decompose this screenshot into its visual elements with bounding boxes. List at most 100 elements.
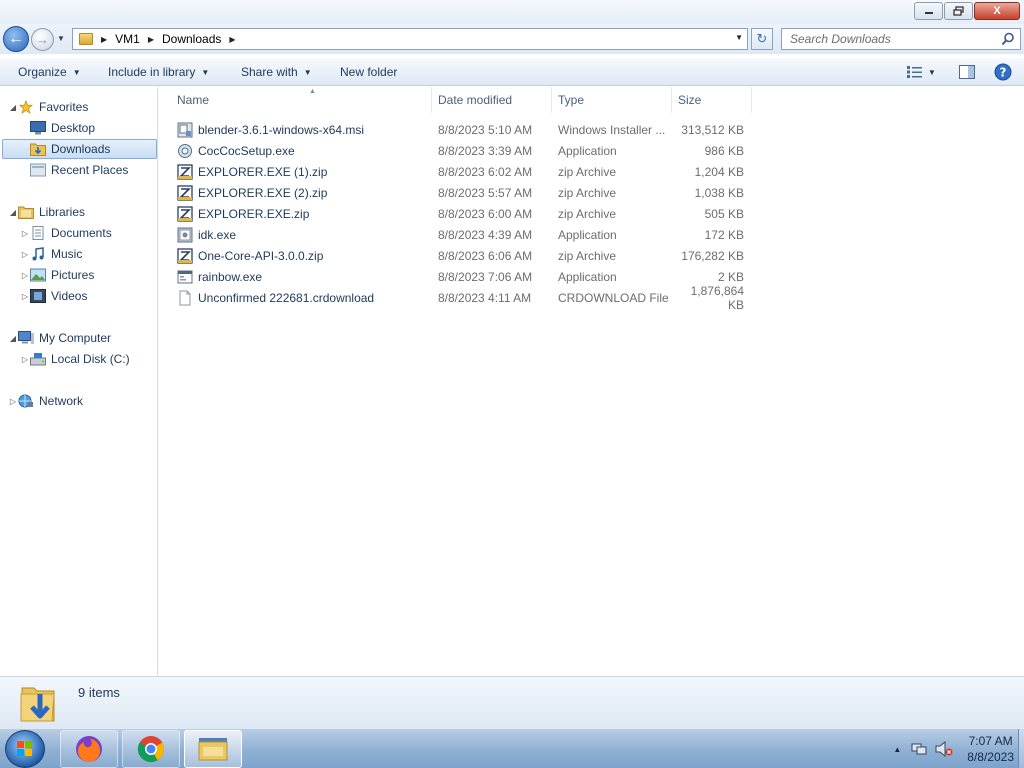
close-button[interactable]: X [974,2,1020,20]
nav-recent-places[interactable]: Recent Places [30,160,128,180]
new-folder-label: New folder [340,65,398,79]
forward-button[interactable]: → [31,28,54,51]
column-header-date-modified[interactable]: Date modified [432,87,552,113]
clock[interactable]: 7:07 AM 8/8/2023 [967,733,1014,765]
start-button[interactable] [5,730,45,768]
file-name-cell[interactable]: Unconfirmed 222681.crdownload [177,290,432,306]
organize-button[interactable]: Organize ▼ [18,65,81,79]
app-window-icon [177,269,198,285]
include-in-library-button[interactable]: Include in library ▼ [108,65,209,79]
file-name-cell[interactable]: rainbow.exe [177,269,432,285]
view-options-dropdown[interactable]: ▼ [926,62,938,82]
nav-my-computer[interactable]: ◢ My Computer [8,328,111,348]
file-row[interactable]: Unconfirmed 222681.crdownload 8/8/2023 4:… [159,284,759,312]
expand-arrow-icon[interactable]: ▷ [20,271,30,280]
breadcrumb-vm1[interactable]: VM1 [115,32,140,46]
back-button[interactable]: ← [3,26,29,52]
breadcrumb-chevron-icon[interactable]: ▶ [229,35,235,44]
file-row[interactable]: rainbow.exe 8/8/2023 7:06 AM Application 2 … [159,266,759,287]
show-hidden-icons-icon[interactable]: ▲ [893,745,901,754]
nav-pictures[interactable]: ▷ Pictures [20,265,94,285]
nav-documents[interactable]: ▷ Documents [20,223,112,243]
taskbar-firefox[interactable] [60,730,118,768]
search-box[interactable] [781,28,1021,50]
breadcrumb-chevron-icon[interactable]: ▶ [101,35,107,44]
column-header-type[interactable]: Type [552,87,672,113]
file-name: EXPLORER.EXE.zip [198,206,310,221]
details-view-icon [907,66,922,78]
file-name-cell[interactable]: blender-3.6.1-windows-x64.msi [177,122,432,138]
file-name-cell[interactable]: idk.exe [177,227,432,243]
nav-libraries-label: Libraries [39,205,86,219]
nav-network[interactable]: ▷ Network [8,391,83,411]
expand-arrow-icon[interactable]: ▷ [20,250,30,259]
nav-downloads[interactable]: Downloads [2,139,157,159]
share-with-button[interactable]: Share with ▼ [241,65,312,79]
help-button[interactable]: ? [992,62,1014,82]
expand-arrow-icon[interactable]: ▷ [20,229,30,238]
file-date: 8/8/2023 4:11 AM [438,290,532,305]
expand-arrow-icon[interactable]: ▷ [8,397,18,406]
file-size: 172 KB [704,227,744,242]
file-row[interactable]: One-Core-API-3.0.0.zip 8/8/2023 6:06 AM zi… [159,245,759,266]
expand-arrow-icon[interactable]: ◢ [8,103,18,112]
file-type: Application [558,269,617,284]
refresh-button[interactable]: ↻ [751,28,773,50]
explorer-folder-icon [198,738,228,761]
file-size: 505 KB [704,206,744,221]
address-row: ← → ▼ ▶ VM1 ▶ Downloads ▶ ▼ ↻ [0,24,1024,54]
system-tray: ▲ 7:07 AM 8/8/2023 [893,729,1014,768]
file-row[interactable]: blender-3.6.1-windows-x64.msi 8/8/2023 5:… [159,119,759,140]
expand-arrow-icon[interactable]: ◢ [8,334,18,343]
change-view-button[interactable] [904,62,926,82]
column-header-name-label: Name [177,93,210,107]
breadcrumb-downloads[interactable]: Downloads [162,32,221,46]
search-icon[interactable] [1001,32,1015,46]
column-header-name[interactable]: Name ▲ [171,87,432,113]
file-name-cell[interactable]: EXPLORER.EXE (1).zip [177,163,432,180]
column-header-size[interactable]: Size [672,87,752,113]
nav-desktop[interactable]: Desktop [30,118,95,138]
taskbar-chrome[interactable] [122,730,180,768]
file-row[interactable]: CocCocSetup.exe 8/8/2023 3:39 AM Applicati… [159,140,759,161]
new-folder-button[interactable]: New folder [340,65,397,79]
back-arrow-icon: ← [8,30,24,47]
file-name-cell[interactable]: CocCocSetup.exe [177,143,432,159]
taskbar-explorer[interactable] [184,730,242,768]
volume-muted-icon[interactable] [935,741,953,757]
network-status-icon[interactable] [911,741,927,757]
file-type: Application [558,227,617,242]
exe-icon [177,227,198,243]
nav-videos[interactable]: ▷ Videos [20,286,87,306]
search-input[interactable] [782,29,992,49]
nav-pictures-label: Pictures [51,268,95,282]
address-history-chevron-icon[interactable]: ▼ [735,33,743,42]
title-bar: X [0,0,1024,24]
maximize-button[interactable] [944,2,973,20]
preview-pane-button[interactable] [956,62,978,82]
file-row[interactable]: EXPLORER.EXE.zip 8/8/2023 6:00 AM zip Arch… [159,203,759,224]
nav-downloads-label: Downloads [51,142,111,156]
nav-music[interactable]: ▷ Music [20,244,82,264]
address-bar[interactable]: ▶ VM1 ▶ Downloads ▶ ▼ [72,28,748,50]
expand-arrow-icon[interactable]: ◢ [8,208,18,217]
nav-local-disk[interactable]: ▷ Local Disk (C:) [20,349,130,369]
file-name-cell[interactable]: One-Core-API-3.0.0.zip [177,247,432,264]
nav-favorites[interactable]: ◢ Favorites [8,97,88,117]
chevron-down-icon: ▼ [57,34,65,43]
minimize-button[interactable] [914,2,943,20]
nav-libraries[interactable]: ◢ Libraries [8,202,85,222]
minimize-icon [924,12,933,14]
file-type: Application [558,143,617,158]
file-row[interactable]: EXPLORER.EXE (1).zip 8/8/2023 6:02 AM zip … [159,161,759,182]
expand-arrow-icon[interactable]: ▷ [20,292,30,301]
file-row[interactable]: idk.exe 8/8/2023 4:39 AM Application 172 KB [159,224,759,245]
breadcrumb-chevron-icon[interactable]: ▶ [148,35,154,44]
file-row[interactable]: EXPLORER.EXE (2).zip 8/8/2023 5:57 AM zip … [159,182,759,203]
expand-arrow-icon[interactable]: ▷ [20,355,30,364]
file-type: Windows Installer ... [558,122,666,137]
recent-pages-dropdown[interactable]: ▼ [57,34,65,43]
show-desktop-button[interactable] [1018,729,1024,768]
file-name-cell[interactable]: EXPLORER.EXE.zip [177,205,432,222]
file-name-cell[interactable]: EXPLORER.EXE (2).zip [177,184,432,201]
